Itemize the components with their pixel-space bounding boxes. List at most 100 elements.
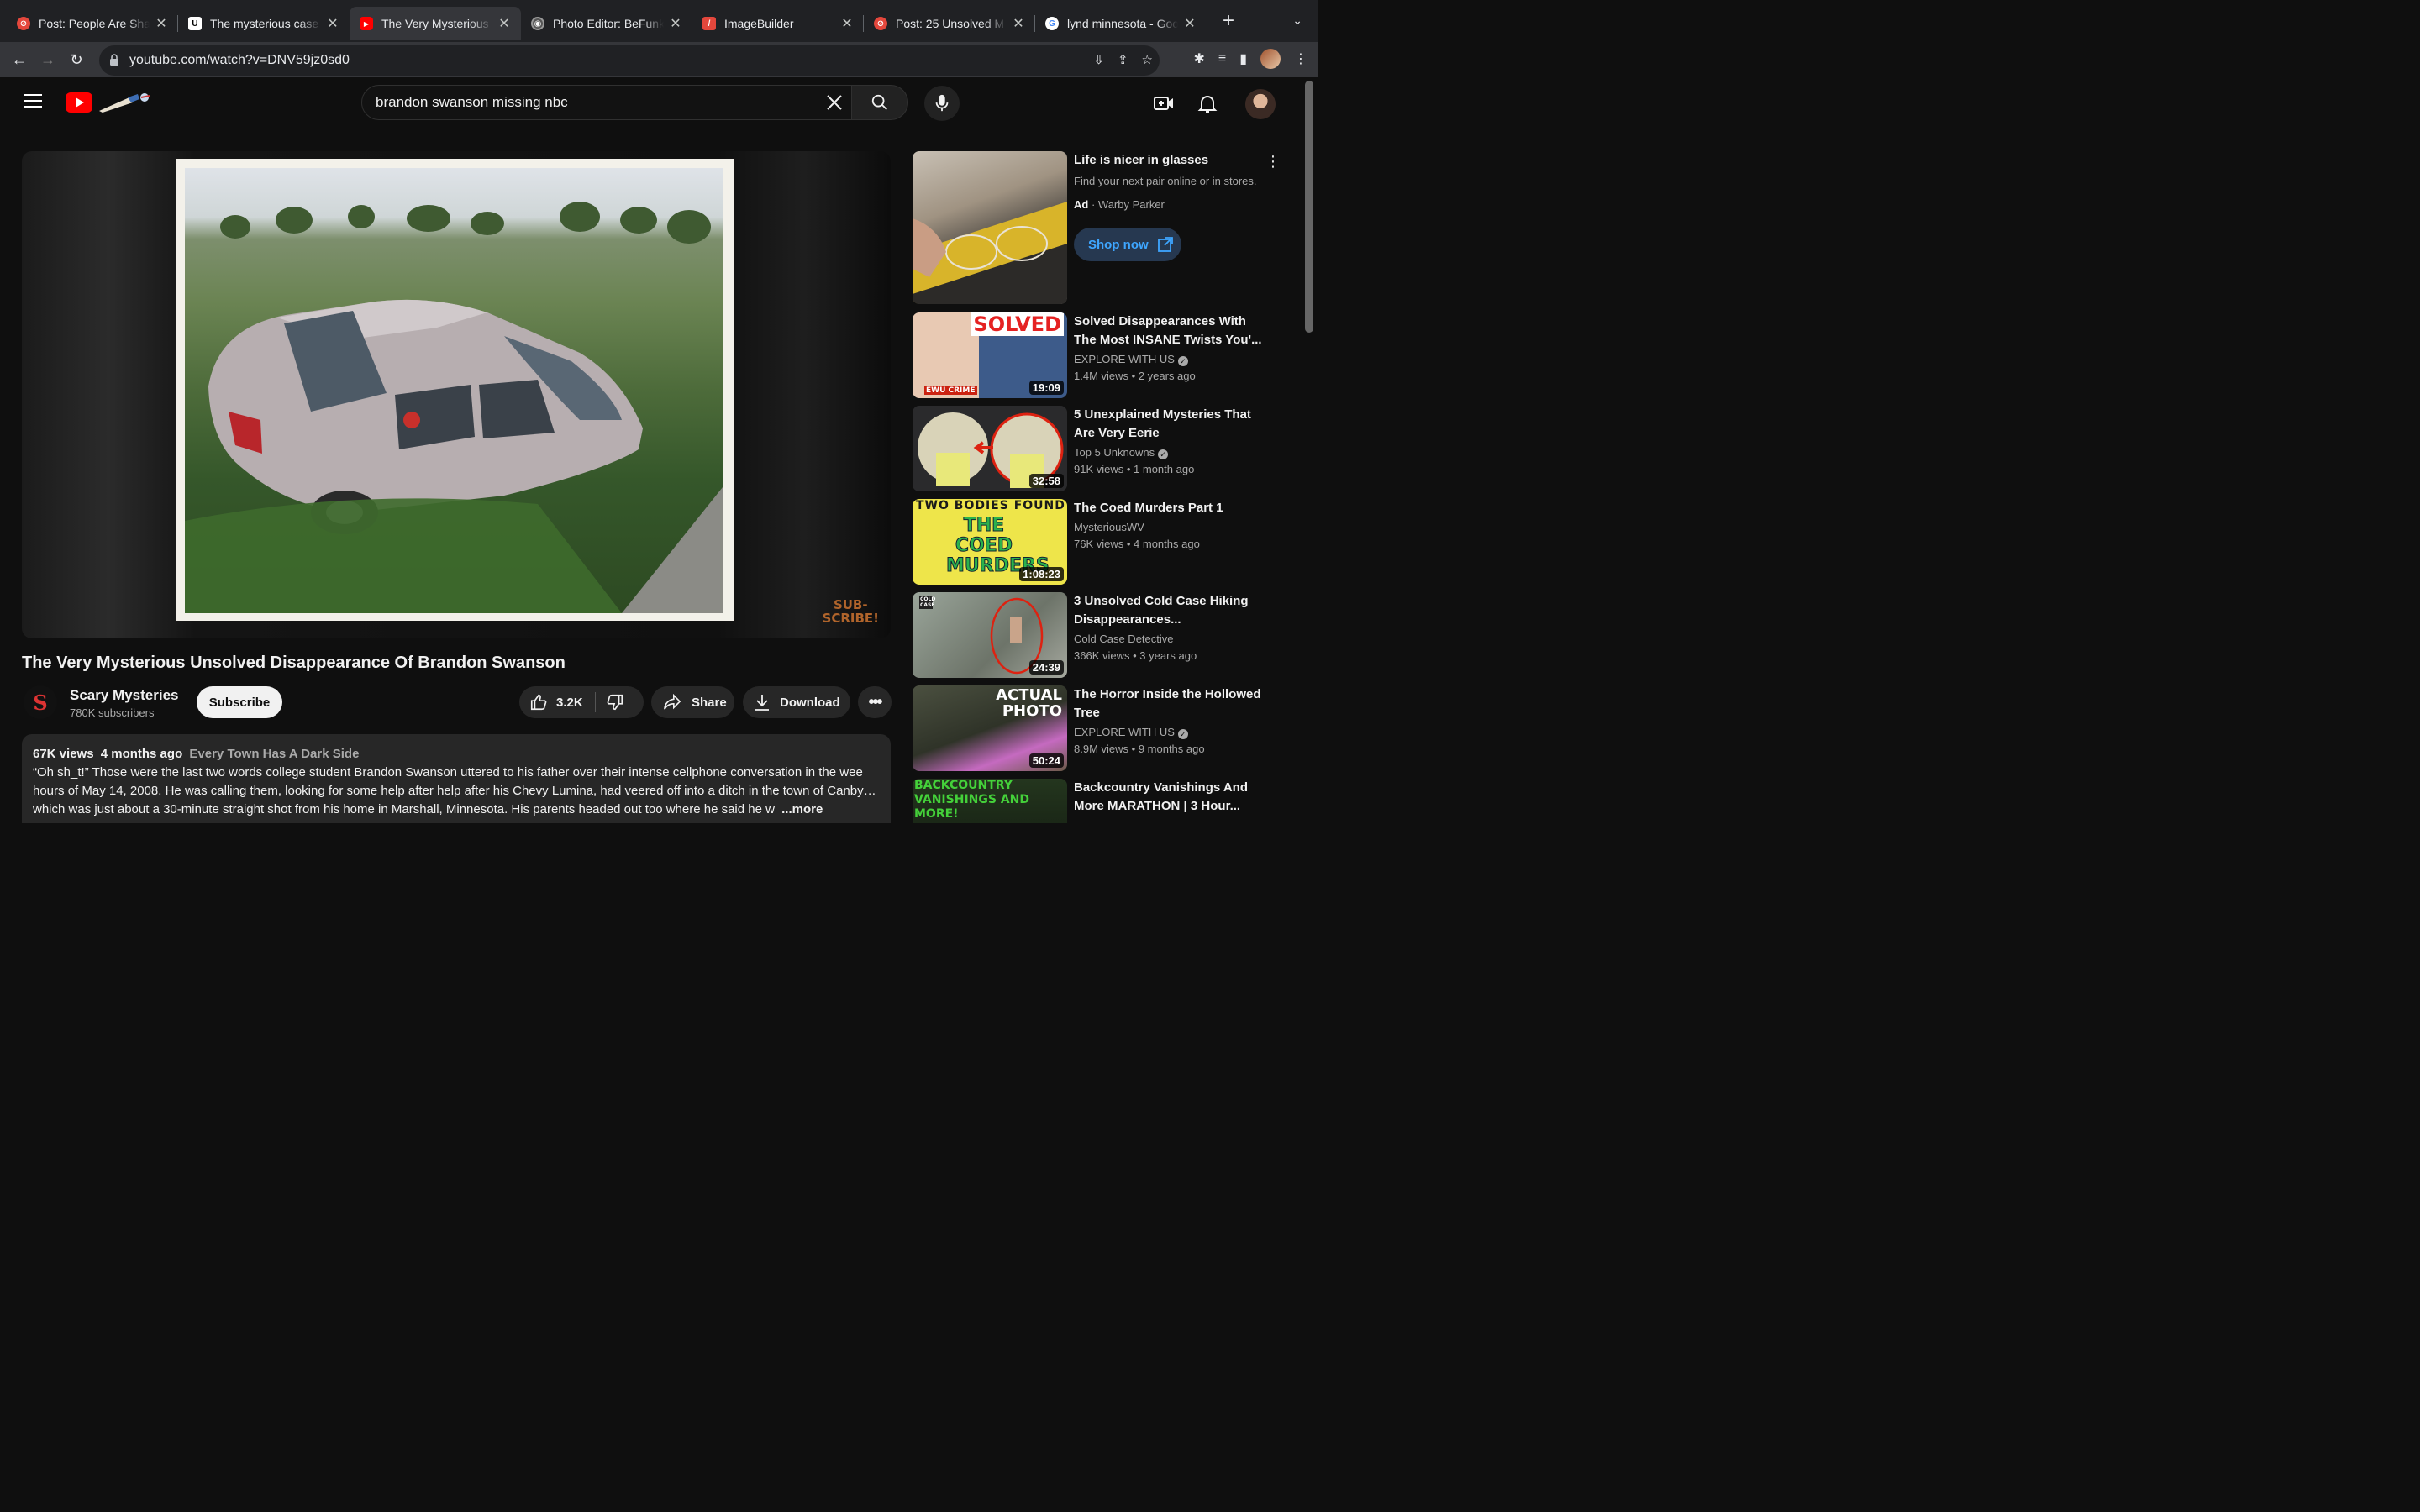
side-panel-icon[interactable]: ▮ (1239, 50, 1247, 67)
voice-search-button[interactable] (924, 86, 960, 121)
recommended-video[interactable]: 32:58 5 Unexplained Mysteries That Are V… (913, 406, 1282, 491)
recommended-video[interactable]: ACTUAL PHOTO 50:24 The Horror Inside the… (913, 685, 1282, 771)
video-thumbnail[interactable]: BACKCOUNTRY VANISHINGS AND MORE! (913, 779, 1067, 823)
channel-name[interactable]: EXPLORE WITH US ✓ (1074, 353, 1188, 366)
video-thumbnail[interactable]: TWO BODIES FOUND THE COED MURDERS 1:08:2… (913, 499, 1067, 585)
notifications-bell-icon[interactable] (1197, 92, 1218, 114)
thumbs-down-icon[interactable] (606, 693, 624, 711)
browser-menu-icon[interactable]: ⋮ (1294, 50, 1307, 67)
lock-icon (109, 53, 126, 68)
tab-title: ImageBuilder (724, 17, 794, 30)
install-app-icon[interactable]: ⇩ (1093, 52, 1104, 67)
download-button[interactable]: Download (743, 686, 850, 718)
thumbnail-subtext: THE COED MURDERS (946, 515, 1050, 576)
close-tab-icon[interactable]: ✕ (840, 15, 854, 32)
new-tab-icon[interactable]: + (1218, 9, 1239, 33)
ad-thumbnail[interactable] (913, 151, 1067, 304)
bookmark-star-icon[interactable]: ☆ (1142, 52, 1153, 67)
show-more-link[interactable]: ...more (781, 802, 823, 816)
verified-check-icon: ✓ (1177, 729, 1188, 739)
browser-tab-strip: ⊘ Post: People Are Sha ✕ U The mysteriou… (0, 0, 1318, 42)
download-icon (755, 695, 769, 711)
video-thumbnail[interactable]: 32:58 (913, 406, 1067, 491)
browser-tab[interactable]: ◉ Photo Editor: BeFunk ✕ (521, 7, 692, 40)
browser-tab[interactable]: ⊘ Post: 25 Unsolved M ✕ (864, 7, 1035, 40)
channel-avatar[interactable]: S (24, 685, 57, 719)
reload-icon[interactable]: ↻ (62, 51, 91, 69)
share-page-icon[interactable]: ⇪ (1118, 52, 1128, 67)
recommended-video[interactable]: TWO BODIES FOUND THE COED MURDERS 1:08:2… (913, 499, 1282, 585)
share-button[interactable]: Share (651, 686, 734, 718)
close-tab-icon[interactable]: ✕ (1012, 15, 1025, 32)
ad-menu-icon[interactable]: ⋮ (1265, 153, 1281, 171)
tab-title: The mysterious case (210, 17, 319, 30)
channel-name[interactable]: Cold Case Detective (1074, 633, 1174, 645)
video-title[interactable]: Backcountry Vanishings And More MARATHON… (1074, 779, 1267, 816)
browser-tab[interactable]: G lynd minnesota - Goo ✕ (1035, 7, 1207, 40)
share-label: Share (692, 695, 727, 710)
browser-tab[interactable]: / ImageBuilder ✕ (692, 7, 864, 40)
description-box[interactable]: 67K views 4 months ago Every Town Has A … (22, 734, 891, 823)
ad-title[interactable]: Life is nicer in glasses (1074, 153, 1208, 167)
video-stats: 1.4M views • 2 years ago (1074, 370, 1196, 382)
subscriber-count: 780K subscribers (70, 706, 155, 719)
hamburger-menu-icon[interactable] (24, 94, 42, 109)
description-tag[interactable]: Every Town Has A Dark Side (189, 747, 359, 761)
forward-arrow-icon[interactable]: → (34, 51, 62, 69)
search-input[interactable] (376, 94, 813, 111)
video-player[interactable]: SUB- SCRIBE! (22, 151, 891, 638)
more-actions-button[interactable]: ••• (858, 686, 892, 718)
recommended-video[interactable]: COLD CASE 24:39 3 Unsolved Cold Case Hik… (913, 592, 1282, 678)
address-bar[interactable]: youtube.com/watch?v=DNV59jz0sd0 ⇩ ⇪ ☆ (99, 45, 1160, 76)
tab-favicon-icon: / (702, 17, 716, 30)
channel-name[interactable]: EXPLORE WITH US ✓ (1074, 726, 1188, 739)
video-thumbnail[interactable]: COLD CASE 24:39 (913, 592, 1067, 678)
browser-tab-active[interactable]: ▶ The Very Mysterious ✕ (350, 7, 521, 40)
clear-search-icon[interactable] (824, 92, 844, 113)
recommended-video[interactable]: SOLVED EWU CRIME 19:09 Solved Disappeara… (913, 312, 1282, 398)
browser-tab[interactable]: U The mysterious case ✕ (178, 7, 350, 40)
browser-tab[interactable]: ⊘ Post: People Are Sha ✕ (7, 7, 178, 40)
recommended-video[interactable]: BACKCOUNTRY VANISHINGS AND MORE! Backcou… (913, 779, 1282, 823)
video-title[interactable]: The Horror Inside the Hollowed Tree (1074, 685, 1267, 722)
video-title[interactable]: 3 Unsolved Cold Case Hiking Disappearanc… (1074, 592, 1267, 629)
search-box[interactable] (361, 85, 852, 120)
ad-subtitle: Find your next pair online or in stores. (1074, 175, 1257, 187)
shop-now-button[interactable]: Shop now (1074, 228, 1181, 261)
ad-card[interactable]: Life is nicer in glasses Find your next … (913, 151, 1282, 304)
close-tab-icon[interactable]: ✕ (497, 15, 511, 32)
like-button[interactable]: 3.2K (519, 693, 583, 711)
ad-advertiser: Warby Parker (1097, 198, 1165, 211)
browser-toolbar: ← → ↻ youtube.com/watch?v=DNV59jz0sd0 ⇩ … (0, 42, 1318, 77)
video-title[interactable]: The Coed Murders Part 1 (1074, 499, 1267, 517)
video-title[interactable]: Solved Disappearances With The Most INSA… (1074, 312, 1267, 349)
upload-age: 4 months ago (100, 747, 183, 761)
video-thumbnail[interactable]: ACTUAL PHOTO 50:24 (913, 685, 1067, 771)
back-arrow-icon[interactable]: ← (5, 51, 34, 69)
close-tab-icon[interactable]: ✕ (1183, 15, 1197, 32)
close-tab-icon[interactable]: ✕ (326, 15, 339, 32)
video-thumbnail[interactable]: SOLVED EWU CRIME 19:09 (913, 312, 1067, 398)
create-video-icon[interactable] (1153, 92, 1175, 114)
page-scrollbar[interactable] (1305, 81, 1313, 333)
channel-name[interactable]: MysteriousWV (1074, 521, 1144, 533)
tab-title: Post: 25 Unsolved M (896, 17, 1005, 30)
media-controls-icon[interactable]: ≡ (1218, 51, 1226, 66)
account-avatar[interactable] (1245, 89, 1276, 119)
tab-search-chevron-icon[interactable]: ⌄ (1292, 13, 1302, 28)
profile-avatar[interactable] (1260, 49, 1281, 69)
youtube-doodle-icon[interactable] (96, 91, 156, 114)
extensions-puzzle-icon[interactable]: ✱ (1193, 50, 1204, 67)
tab-favicon-icon: ⊘ (874, 17, 887, 30)
download-label: Download (780, 695, 840, 710)
close-tab-icon[interactable]: ✕ (155, 15, 168, 32)
close-tab-icon[interactable]: ✕ (669, 15, 682, 32)
subscribe-button[interactable]: Subscribe (197, 686, 282, 718)
tab-title: Photo Editor: BeFunk (553, 17, 664, 30)
youtube-logo-icon[interactable] (66, 92, 92, 113)
subscribe-watermark[interactable]: SUB- SCRIBE! (823, 598, 879, 625)
channel-name[interactable]: Top 5 Unknowns ✓ (1074, 446, 1169, 459)
channel-name[interactable]: Scary Mysteries (70, 687, 178, 704)
search-button[interactable] (851, 85, 908, 120)
video-title[interactable]: 5 Unexplained Mysteries That Are Very Ee… (1074, 406, 1267, 443)
